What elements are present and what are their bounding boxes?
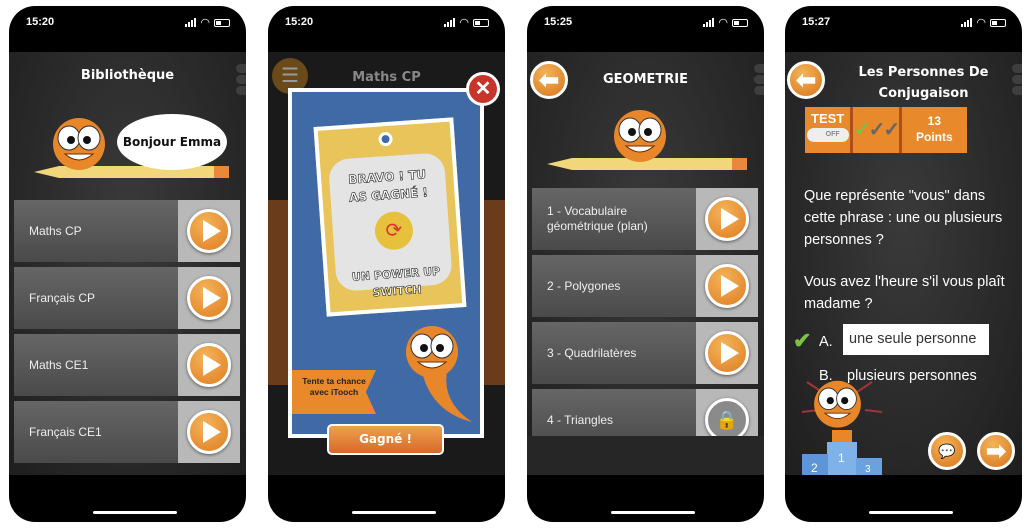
play-icon: [720, 275, 739, 297]
reward-headline: BRAVO ! TU AS GAGNÉ !: [347, 167, 429, 205]
list-item[interactable]: 1 - Vocabulaire géométrique (plan): [532, 188, 758, 250]
list-item-label: 3 - Quadrilatères: [547, 345, 637, 360]
list-item[interactable]: Français CP: [14, 267, 240, 329]
play-icon: [720, 208, 739, 230]
list-item-label: Maths CE1: [29, 357, 89, 372]
reward-popup: BRAVO ! TU AS GAGNÉ ! ⟳ UN POWER UP SWIT…: [288, 88, 484, 438]
clock: 15:20: [26, 16, 55, 28]
prize-tag: BRAVO ! TU AS GAGNÉ ! ⟳ UN POWER UP SWIT…: [313, 117, 467, 317]
hint-button[interactable]: 💬: [928, 432, 966, 470]
play-icon: [202, 287, 221, 309]
next-button[interactable]: ➡: [977, 432, 1015, 470]
play-button[interactable]: [187, 276, 231, 320]
progress-checks: ✓✓✓: [853, 107, 900, 153]
geometry-screen: ⬅ GEOMETRIE 1 - Vocabulaire géométrique …: [527, 52, 764, 475]
podium-1: 1: [838, 451, 845, 465]
page-title: Les Personnes De Conjugaison: [858, 65, 989, 101]
page-title: Bibliothèque: [80, 68, 175, 83]
gagne-button[interactable]: Gagné !: [327, 424, 444, 455]
play-icon: [202, 220, 221, 242]
phone-library: 15:20 ◠ Bibliothèque Bonjour Emma Maths …: [9, 6, 246, 522]
play-icon: [202, 421, 221, 443]
play-icon: [202, 354, 221, 376]
reward-screen: ☰ Maths CP BRAVO ! TU AS GAGNÉ ! ⟳ UN PO…: [268, 52, 505, 475]
lock-icon: 🔒: [715, 409, 739, 430]
play-button[interactable]: [187, 209, 231, 253]
promo-banner: Tente ta chance avec iTooch: [292, 370, 376, 414]
list-item[interactable]: Français CE1: [14, 401, 240, 463]
wifi-icon: ◠: [200, 17, 210, 29]
wifi-icon: ◠: [718, 17, 728, 29]
points-display: 13 Points: [901, 107, 967, 153]
arrow-right-icon: ➡: [985, 437, 1007, 465]
library-screen: Bibliothèque Bonjour Emma Maths CP França…: [9, 52, 246, 475]
question-text: Que représente "vous" dans cette phrase …: [804, 188, 1003, 248]
play-button[interactable]: [705, 197, 749, 241]
home-indicator[interactable]: [611, 511, 695, 514]
podium-2: 2: [811, 461, 818, 475]
list-item[interactable]: 3 - Quadrilatères: [532, 322, 758, 384]
signal-icon: [961, 18, 973, 27]
play-button[interactable]: [705, 331, 749, 375]
list-item[interactable]: Maths CP: [14, 200, 240, 262]
clock: 15:27: [802, 16, 831, 28]
answer-a-letter: A.: [819, 334, 833, 350]
clock: 15:25: [544, 16, 573, 28]
answer-a[interactable]: une seule personne: [843, 324, 989, 355]
home-indicator[interactable]: [869, 511, 953, 514]
phone-quiz: 15:27 ◠ ⬅ Les Personnes De Conjugaison T…: [785, 6, 1022, 522]
back-button[interactable]: ⬅: [787, 61, 825, 99]
list-item[interactable]: 2 - Polygones: [532, 255, 758, 317]
wifi-icon: ◠: [976, 17, 986, 29]
test-label: TEST: [811, 111, 845, 126]
battery-icon: [214, 18, 230, 27]
battery-icon: [473, 18, 489, 27]
play-button[interactable]: [187, 343, 231, 387]
correct-check-icon: ✔: [793, 328, 812, 353]
list-item-label: Maths CP: [29, 223, 82, 238]
mascot-illustration: [405, 325, 472, 422]
podium-3: 3: [865, 464, 871, 475]
phone-geometry: 15:25 ◠ ⬅ GEOMETRIE 1 - Vocabulaire géom…: [527, 6, 764, 522]
signal-icon: [444, 18, 456, 27]
test-toggle[interactable]: OFF: [806, 128, 849, 142]
status-bar: 15:20 ◠: [9, 6, 246, 52]
list-item-label: 1 - Vocabulaire géométrique (plan): [547, 204, 648, 233]
check-icon: ✓✓: [868, 119, 900, 141]
play-button[interactable]: [705, 264, 749, 308]
wifi-icon: ◠: [459, 17, 469, 29]
play-button[interactable]: [187, 410, 231, 454]
close-button[interactable]: ✕: [466, 72, 500, 106]
home-indicator[interactable]: [93, 511, 177, 514]
arrow-left-icon: ⬅: [795, 66, 817, 94]
sentence-text: Vous avez l'heure s'il vous plaît madame…: [804, 274, 1005, 312]
test-mode: TEST OFF: [805, 107, 851, 153]
list-item[interactable]: Maths CE1: [14, 334, 240, 396]
list-item-label: Français CP: [29, 290, 96, 305]
phone-reward: 15:20 ◠ ☰ Maths CP BRAVO ! TU AS GAGNÉ !…: [268, 6, 505, 522]
signal-icon: [185, 18, 197, 27]
list-item-label: Français CE1: [29, 424, 102, 439]
quiz-screen: ⬅ Les Personnes De Conjugaison TEST OFF …: [785, 52, 1022, 475]
list-item-label: 2 - Polygones: [547, 278, 621, 293]
mascot-pencil-illustration: [547, 109, 747, 170]
mascot-podium-illustration: 1 2 3: [801, 380, 883, 475]
greeting-bubble: Bonjour Emma: [117, 114, 227, 170]
battery-icon: [732, 18, 748, 27]
battery-icon: [990, 18, 1006, 27]
page-title: GEOMETRIE: [602, 72, 688, 87]
check-icon: ✓: [853, 119, 871, 141]
home-indicator[interactable]: [352, 511, 436, 514]
score-bar: TEST OFF ✓✓✓ 13 Points: [805, 107, 967, 153]
signal-icon: [703, 18, 715, 27]
chat-bubble-icon: 💬: [938, 442, 956, 459]
prize-text: UN POWER UP SWITCH: [351, 264, 441, 300]
clock: 15:20: [285, 16, 314, 28]
play-icon: [720, 342, 739, 364]
